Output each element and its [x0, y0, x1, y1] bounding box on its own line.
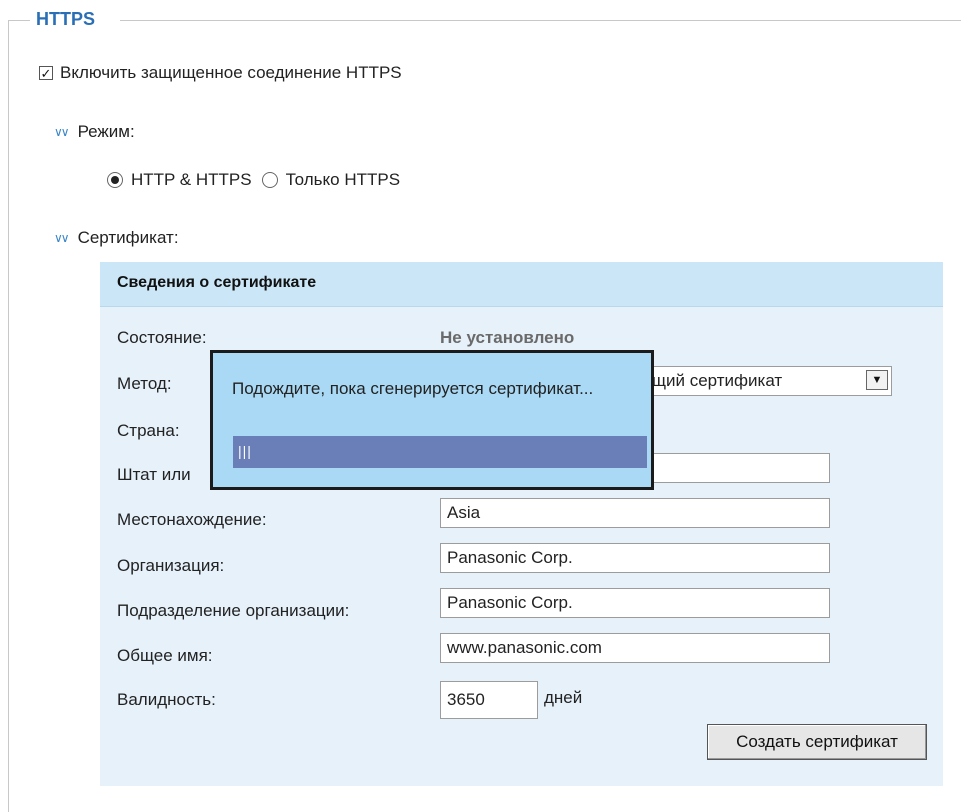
radio-https-only[interactable] [261, 172, 278, 188]
status-value: Не установлено [440, 328, 575, 347]
certificate-panel-title: Сведения о сертификате [117, 274, 317, 291]
organization-label: Организация: [117, 556, 225, 575]
organization-field[interactable] [440, 543, 830, 573]
enable-https-row[interactable]: ✓ Включить защищенное соединение HTTPS [39, 63, 402, 83]
mode-options: HTTP & HTTPS Только HTTPS [107, 170, 400, 190]
validity-label: Валидность: [117, 690, 216, 709]
enable-https-label: Включить защищенное соединение HTTPS [60, 63, 402, 82]
org-unit-field[interactable] [440, 588, 830, 618]
common-name-label: Общее имя: [117, 646, 213, 665]
radio-http-https[interactable] [107, 172, 123, 188]
mode-label: Режим: [77, 122, 135, 141]
common-name-field[interactable] [440, 633, 830, 663]
chevron-down-icon[interactable]: ∨∨ [54, 125, 70, 139]
status-label: Состояние: [117, 328, 207, 347]
location-label: Местонахождение: [117, 510, 267, 529]
fieldset-border-top [120, 20, 961, 21]
mode-heading[interactable]: ∨∨ Режим: [54, 122, 135, 142]
progress-bar: ||| [233, 436, 647, 468]
method-select-value: щий сертификат [652, 371, 783, 390]
chevron-down-icon[interactable]: ∨∨ [54, 231, 70, 245]
certificate-label: Сертификат: [77, 228, 179, 247]
create-certificate-button[interactable]: Создать сертификат [707, 724, 927, 760]
state-label: Штат или [117, 465, 191, 484]
radio-http-https-label: HTTP & HTTPS [131, 170, 252, 189]
chevron-down-icon[interactable]: ▼ [866, 370, 888, 390]
progress-dialog-message: Подождите, пока сгенерируется сертификат… [232, 379, 594, 398]
progress-dialog: Подождите, пока сгенерируется сертификат… [210, 350, 654, 490]
country-label: Страна: [117, 421, 180, 440]
radio-https-only-label: Только HTTPS [285, 170, 401, 189]
org-unit-label: Подразделение организации: [117, 601, 350, 620]
section-legend: HTTPS [36, 9, 96, 29]
validity-field[interactable] [440, 681, 538, 719]
fieldset-border-left [8, 20, 30, 21]
fieldset-border-vertical [8, 20, 9, 812]
certificate-heading[interactable]: ∨∨ Сертификат: [54, 228, 179, 248]
validity-unit: дней [544, 688, 583, 707]
enable-https-checkbox[interactable]: ✓ [39, 66, 53, 80]
method-label: Метод: [117, 374, 172, 393]
certificate-panel-header: Сведения о сертификате [100, 262, 943, 307]
location-field[interactable] [440, 498, 830, 528]
progress-bar-text: ||| [238, 443, 252, 459]
